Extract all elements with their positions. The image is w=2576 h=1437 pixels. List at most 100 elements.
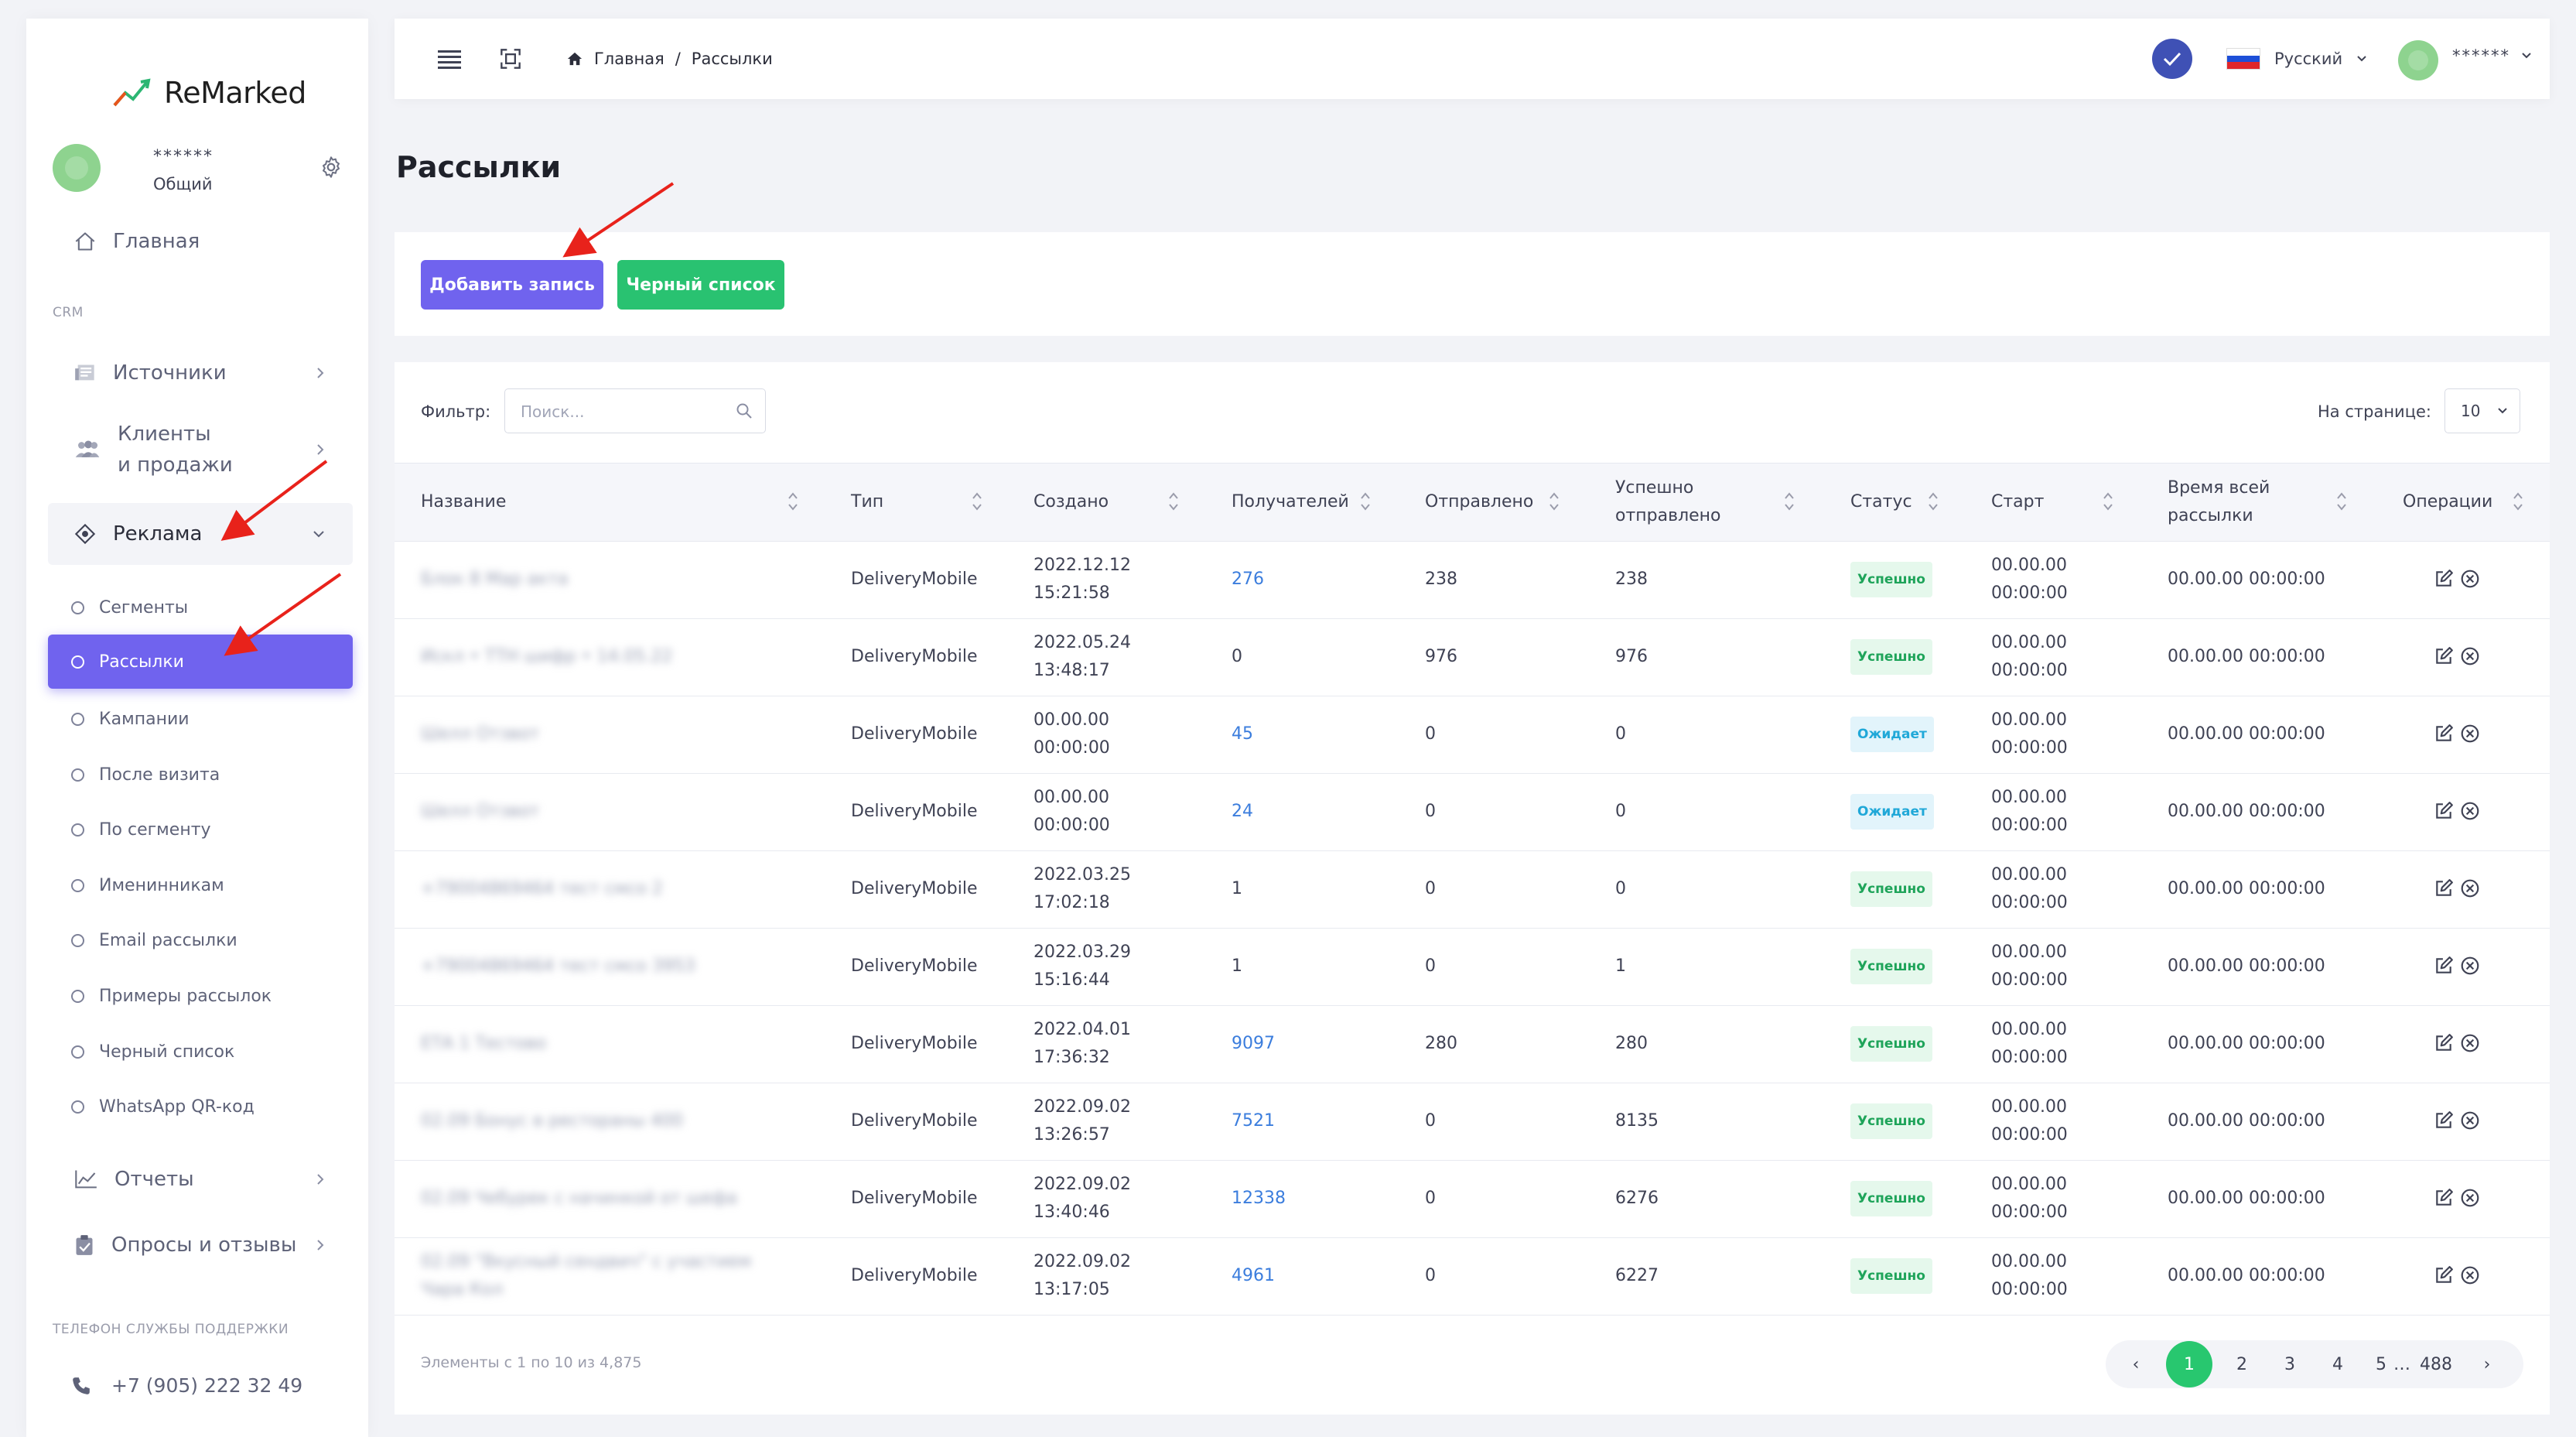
column-header[interactable]: Статус (1850, 464, 1912, 541)
column-header[interactable]: Успешно отправлено (1615, 464, 1721, 541)
sort-icon[interactable] (2336, 490, 2347, 513)
column-header[interactable]: Название (421, 464, 506, 541)
sidebar-subitem-examples[interactable]: Примеры рассылок (48, 973, 353, 1019)
header-avatar[interactable] (2398, 40, 2438, 80)
cell-recipients[interactable]: 7521 (1232, 1083, 1275, 1160)
edit-icon[interactable] (2434, 646, 2454, 666)
header-user-menu[interactable]: ****** (2452, 46, 2532, 65)
sort-icon[interactable] (2103, 490, 2113, 513)
close-circle-icon[interactable] (2460, 1188, 2480, 1208)
table-row[interactable]: Искл • ТТН шифр • 14.05.22 DeliveryMobile… (395, 618, 2550, 696)
sidebar-subitem-email[interactable]: Email рассылки (48, 917, 353, 963)
sidebar-subitem-by-segment[interactable]: По сегменту (48, 806, 353, 853)
table-row[interactable]: +79004869464 тест смсо 2 DeliveryMobile 20… (395, 850, 2550, 929)
sidebar-item-surveys[interactable]: Опросы и отзывы (48, 1217, 353, 1273)
table-row[interactable]: 02.09 "Вкусный сендвич" с участием Чара К… (395, 1237, 2550, 1316)
menu-icon[interactable] (438, 48, 461, 70)
verified-button[interactable] (2152, 39, 2192, 79)
sort-icon[interactable] (787, 490, 798, 513)
sidebar-subitem-birthdays[interactable]: Именинникам (48, 862, 353, 908)
table-row[interactable]: 02.09 Бонус в рестораны 400 DeliveryMobil… (395, 1083, 2550, 1161)
close-circle-icon[interactable] (2460, 724, 2480, 744)
close-circle-icon[interactable] (2460, 801, 2480, 821)
sidebar-subitem-blacklist[interactable]: Черный список (48, 1028, 353, 1075)
cell-recipients[interactable]: 12338 (1232, 1160, 1286, 1237)
close-circle-icon[interactable] (2460, 956, 2480, 976)
pagination-page[interactable]: 2 (2219, 1340, 2265, 1388)
pagination-last-page[interactable]: 488 (2412, 1340, 2460, 1388)
column-header[interactable]: Отправлено (1425, 464, 1533, 541)
sidebar-subitem-mailings[interactable]: Рассылки (48, 635, 353, 689)
mailing-name: 02.09 Чебурек с начинкой от шефа (421, 1189, 737, 1208)
table-row[interactable]: ЕТА 1 Тестово DeliveryMobile 2022.04.01 17:… (395, 1005, 2550, 1083)
mailing-name: Шелл Отзвот (421, 802, 540, 821)
pagination-page[interactable]: 4 (2315, 1340, 2361, 1388)
start-date: 00.00.00 (1991, 865, 2067, 884)
cell-recipients[interactable]: 45 (1232, 696, 1253, 773)
sort-icon[interactable] (2513, 490, 2523, 513)
close-circle-icon[interactable] (2460, 1033, 2480, 1053)
sidebar-item-reports[interactable]: Отчеты (48, 1151, 353, 1207)
sort-icon[interactable] (1360, 490, 1371, 513)
support-phone[interactable]: +7 (905) 222 32 49 (71, 1374, 302, 1397)
pagination-page[interactable]: 1 (2166, 1341, 2212, 1387)
search-icon[interactable] (736, 402, 753, 419)
edit-icon[interactable] (2434, 569, 2454, 589)
language-selector[interactable]: Русский (2226, 48, 2367, 70)
sort-icon[interactable] (972, 490, 982, 513)
edit-icon[interactable] (2434, 878, 2454, 898)
search-input[interactable] (519, 389, 723, 434)
table-row[interactable]: +79004869464 тест смсо 3953 DeliveryMobil… (395, 928, 2550, 1006)
edit-icon[interactable] (2434, 1265, 2454, 1285)
sidebar-subitem-campaigns[interactable]: Кампании (48, 696, 353, 742)
edit-icon[interactable] (2434, 1188, 2454, 1208)
expand-icon[interactable] (500, 48, 521, 70)
edit-icon[interactable] (2434, 724, 2454, 744)
close-circle-icon[interactable] (2460, 569, 2480, 589)
table-row[interactable]: Блок 8 Мар акта DeliveryMobile 2022.12.12 1… (395, 541, 2550, 619)
cell-recipients[interactable]: 24 (1232, 773, 1253, 850)
sidebar-item-sources[interactable]: Источники (48, 345, 353, 401)
pagination-page[interactable]: 3 (2267, 1340, 2313, 1388)
cell-recipients[interactable]: 276 (1232, 541, 1264, 618)
home-icon[interactable] (566, 51, 583, 67)
per-page-select[interactable]: 10 (2444, 388, 2520, 433)
table-row[interactable]: Шелл Отзвот DeliveryMobile 00.00.00 00:00:0… (395, 696, 2550, 774)
close-circle-icon[interactable] (2460, 1110, 2480, 1131)
add-record-button[interactable]: Добавить запись (421, 260, 603, 310)
blacklist-button[interactable]: Черный список (617, 260, 784, 310)
avatar[interactable] (53, 144, 101, 192)
sidebar-item-ads[interactable]: Реклама (48, 503, 353, 565)
column-header[interactable]: Получателей (1232, 464, 1349, 541)
table-row[interactable]: 02.09 Чебурек с начинкой от шефа Delivery… (395, 1160, 2550, 1238)
sidebar-subitem-after-visit[interactable]: После визита (48, 751, 353, 798)
cell-recipients[interactable]: 9097 (1232, 1005, 1275, 1083)
sort-icon[interactable] (1784, 490, 1795, 513)
sort-icon[interactable] (1168, 490, 1179, 513)
sidebar-subitem-segments[interactable]: Сегменты (48, 584, 353, 631)
close-circle-icon[interactable] (2460, 878, 2480, 898)
logo[interactable]: ReMarked (113, 76, 306, 110)
close-circle-icon[interactable] (2460, 646, 2480, 666)
column-header[interactable]: Тип (851, 464, 883, 541)
pagination-prev[interactable]: ‹ (2127, 1340, 2144, 1388)
edit-icon[interactable] (2434, 1110, 2454, 1131)
column-header[interactable]: Операции (2403, 464, 2492, 541)
sort-icon[interactable] (1928, 490, 1939, 513)
pagination-next[interactable]: › (2475, 1340, 2499, 1388)
sidebar-subitem-whatsapp[interactable]: WhatsApp QR-код (48, 1083, 353, 1130)
edit-icon[interactable] (2434, 956, 2454, 976)
breadcrumb-home[interactable]: Главная (594, 50, 664, 68)
table-row[interactable]: Шелл Отзвот DeliveryMobile 00.00.00 00:00:0… (395, 773, 2550, 851)
edit-icon[interactable] (2434, 1033, 2454, 1053)
sort-icon[interactable] (1549, 490, 1560, 513)
edit-icon[interactable] (2434, 801, 2454, 821)
cell-recipients[interactable]: 4961 (1232, 1237, 1275, 1315)
close-circle-icon[interactable] (2460, 1265, 2480, 1285)
column-header[interactable]: Создано (1033, 464, 1109, 541)
column-header[interactable]: Старт (1991, 464, 2044, 541)
column-header[interactable]: Время всей рассылки (2168, 464, 2270, 541)
gear-icon[interactable] (319, 155, 343, 180)
sidebar-item-clients[interactable]: Клиенты и продажи (48, 415, 353, 484)
sidebar-item-home[interactable]: Главная (48, 214, 353, 269)
